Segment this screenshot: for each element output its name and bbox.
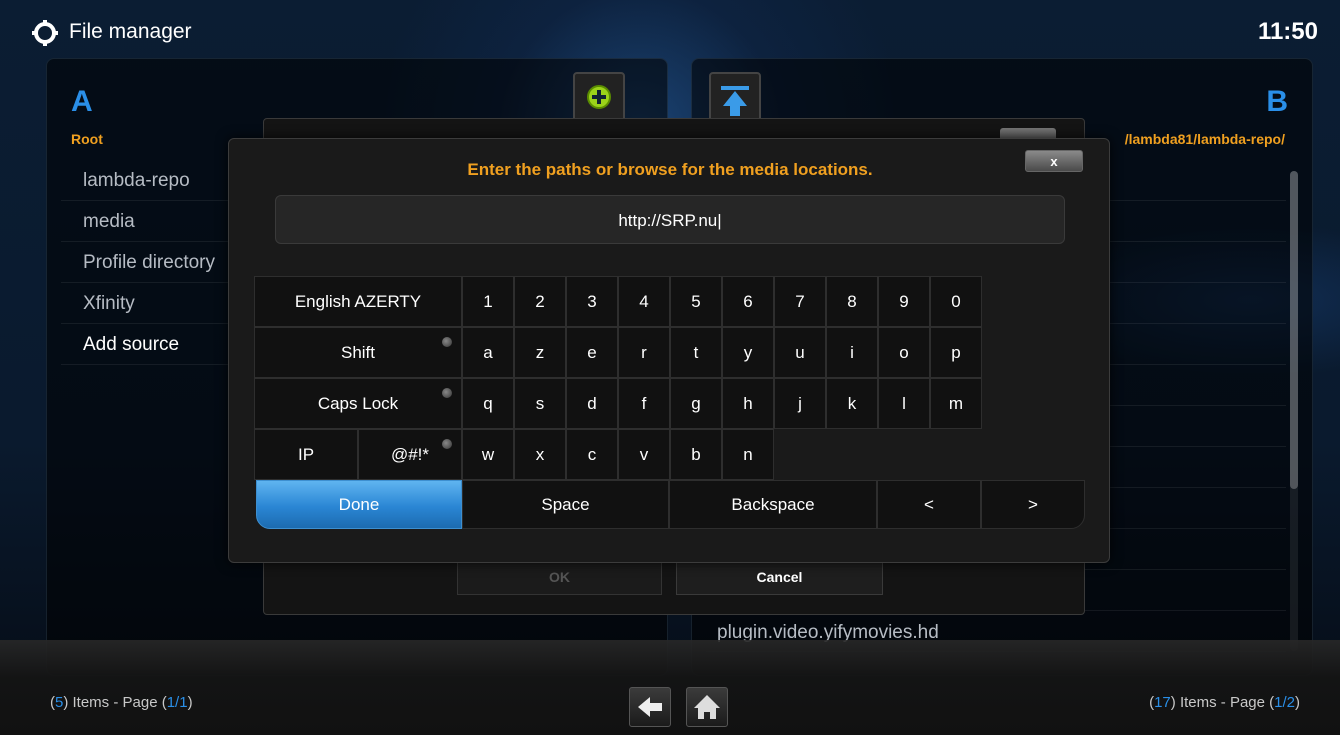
top-bar: File manager 11:50: [0, 0, 1340, 50]
key-u[interactable]: u: [774, 327, 826, 378]
key-w[interactable]: w: [462, 429, 514, 480]
key-s[interactable]: s: [514, 378, 566, 429]
key-p[interactable]: p: [930, 327, 982, 378]
key-q[interactable]: q: [462, 378, 514, 429]
key-d[interactable]: d: [566, 378, 618, 429]
key-j[interactable]: j: [774, 378, 826, 429]
scrollbar[interactable]: [1290, 171, 1298, 651]
panel-a-item-count: (5) Items - Page (1/1): [50, 694, 193, 711]
space-key[interactable]: Space: [462, 480, 669, 529]
key-z[interactable]: z: [514, 327, 566, 378]
key-b[interactable]: b: [670, 429, 722, 480]
panel-b-path: /lambda81/lambda-repo/: [1124, 131, 1285, 147]
key-r[interactable]: r: [618, 327, 670, 378]
parent-folder-button[interactable]: [709, 72, 761, 122]
keyboard-dialog: Enter the paths or browse for the media …: [228, 138, 1110, 563]
caps-lock-indicator-icon: [442, 388, 452, 398]
clock: 11:50: [1257, 18, 1318, 45]
path-input[interactable]: http://SRP.nu|: [275, 195, 1065, 244]
symbols-key[interactable]: @#!*: [358, 429, 462, 480]
key-8[interactable]: 8: [826, 276, 878, 327]
ip-key[interactable]: IP: [254, 429, 358, 480]
key-t[interactable]: t: [670, 327, 722, 378]
key-n[interactable]: n: [722, 429, 774, 480]
key-x[interactable]: x: [514, 429, 566, 480]
caps-lock-key[interactable]: Caps Lock: [254, 378, 462, 429]
key-1[interactable]: 1: [462, 276, 514, 327]
key-h[interactable]: h: [722, 378, 774, 429]
key-3[interactable]: 3: [566, 276, 618, 327]
backspace-key[interactable]: Backspace: [669, 480, 877, 529]
back-button[interactable]: [629, 687, 671, 727]
home-button[interactable]: [686, 687, 728, 727]
done-button[interactable]: Done: [256, 480, 462, 529]
key-4[interactable]: 4: [618, 276, 670, 327]
key-c[interactable]: c: [566, 429, 618, 480]
key-5[interactable]: 5: [670, 276, 722, 327]
back-arrow-icon: [638, 697, 662, 717]
key-2[interactable]: 2: [514, 276, 566, 327]
key-0[interactable]: 0: [930, 276, 982, 327]
home-icon: [694, 695, 720, 719]
shift-label: Shift: [340, 343, 376, 362]
shift-indicator-icon: [442, 337, 452, 347]
arrow-up-icon: [721, 86, 749, 116]
key-v[interactable]: v: [618, 429, 670, 480]
symbols-indicator-icon: [442, 439, 452, 449]
key-f[interactable]: f: [618, 378, 670, 429]
panel-b-letter: B: [1266, 85, 1288, 118]
panel-a-letter: A: [71, 85, 93, 118]
key-a[interactable]: a: [462, 327, 514, 378]
key-y[interactable]: y: [722, 327, 774, 378]
key-m[interactable]: m: [930, 378, 982, 429]
shift-key[interactable]: Shift: [254, 327, 462, 378]
key-6[interactable]: 6: [722, 276, 774, 327]
key-7[interactable]: 7: [774, 276, 826, 327]
key-g[interactable]: g: [670, 378, 722, 429]
caps-lock-label: Caps Lock: [317, 394, 399, 413]
panel-b-item-count: (17) Items - Page (1/2): [1149, 694, 1300, 711]
app-title: File manager: [69, 20, 192, 43]
key-o[interactable]: o: [878, 327, 930, 378]
plus-circle-icon: [587, 85, 611, 109]
key-i[interactable]: i: [826, 327, 878, 378]
cursor-left-key[interactable]: <: [877, 480, 981, 529]
key-k[interactable]: k: [826, 378, 878, 429]
key-e[interactable]: e: [566, 327, 618, 378]
key-l[interactable]: l: [878, 378, 930, 429]
panel-a-path: Root: [71, 131, 103, 147]
symbols-label: @#!*: [390, 445, 430, 464]
key-9[interactable]: 9: [878, 276, 930, 327]
add-button[interactable]: [573, 72, 625, 122]
cursor-right-key[interactable]: >: [981, 480, 1085, 529]
layout-key[interactable]: English AZERTY: [254, 276, 462, 327]
scroll-thumb[interactable]: [1290, 171, 1298, 489]
gear-icon: [32, 20, 58, 46]
keyboard-heading: Enter the paths or browse for the media …: [467, 160, 873, 179]
close-button[interactable]: x: [1025, 150, 1083, 172]
